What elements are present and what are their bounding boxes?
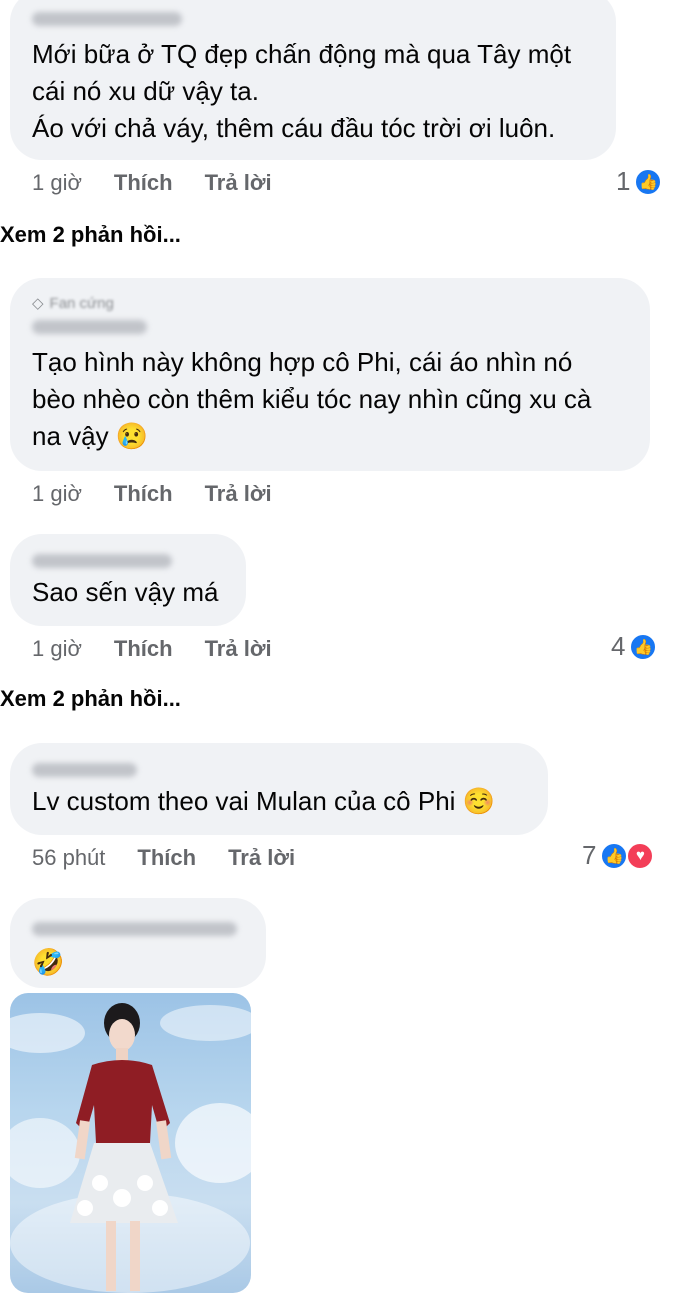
comment-author-blurred[interactable] xyxy=(32,12,182,26)
comment-line: Lv custom theo vai Mulan của cô Phi xyxy=(32,786,456,816)
reply-button[interactable]: Trả lời xyxy=(205,636,272,662)
reaction-count: 7 xyxy=(582,840,597,870)
comment-author-blurred[interactable] xyxy=(32,922,237,936)
comment-bubble-2: ◇ Fan cứng Tạo hình này không hợp cô Phi… xyxy=(10,278,650,471)
comment-text: Tạo hình này không hợp cô Phi, cái áo nh… xyxy=(32,344,628,455)
diamond-icon: ◇ xyxy=(32,295,44,312)
view-replies-link-1[interactable]: Xem 2 phản hồi... xyxy=(0,222,181,248)
comment-text: 🤣 xyxy=(32,944,244,981)
comment-line: bèo nhèo còn thêm kiểu tóc nay nhìn cũng… xyxy=(32,384,592,414)
comment-actions-3: 1 giờ Thích Trả lời xyxy=(32,636,272,662)
comment-text: Lv custom theo vai Mulan của cô Phi ☺️ xyxy=(32,783,526,820)
comment-photo[interactable] xyxy=(10,993,251,1293)
comment-actions-1: 1 giờ Thích Trả lời xyxy=(32,170,272,196)
fan-badge-label: Fan cứng xyxy=(49,294,114,312)
like-icon: 👍 xyxy=(634,167,663,196)
love-icon: ♥ xyxy=(626,841,655,870)
reply-button[interactable]: Trả lời xyxy=(205,481,272,507)
comment-author-blurred[interactable] xyxy=(32,554,172,568)
comment-line: Mới bữa ở TQ đẹp chấn động mà qua Tây mộ… xyxy=(32,39,572,69)
like-button[interactable]: Thích xyxy=(114,636,173,662)
like-icon: 👍 xyxy=(629,632,658,661)
comment-author-blurred[interactable] xyxy=(32,320,147,334)
reaction-summary-3[interactable]: 4 👍 xyxy=(611,631,658,662)
comment-line: Sao sến vậy má xyxy=(32,577,219,607)
like-button[interactable]: Thích xyxy=(114,170,173,196)
reaction-summary-4[interactable]: 7 👍 ♥ xyxy=(582,840,655,871)
comment-line: Áo với chả váy, thêm cáu đầu tóc trời ơi… xyxy=(32,113,556,143)
sad-emoji: 😢 xyxy=(115,421,149,451)
fan-badge: ◇ Fan cứng xyxy=(32,294,628,313)
comment-line: cái nó xu dữ vậy ta. xyxy=(32,76,259,106)
comment-actions-4: 56 phút Thích Trả lời xyxy=(32,845,295,871)
like-button[interactable]: Thích xyxy=(137,845,196,871)
view-replies-link-3[interactable]: Xem 2 phản hồi... xyxy=(0,686,181,712)
comment-time: 1 giờ xyxy=(32,636,82,661)
comment-time: 56 phút xyxy=(32,845,106,870)
comment-bubble-3: Sao sến vậy má xyxy=(10,534,246,626)
photo-illustration xyxy=(10,1003,251,1293)
comment-time: 1 giờ xyxy=(32,170,82,195)
comment-text: Mới bữa ở TQ đẹp chấn động mà qua Tây mộ… xyxy=(32,36,594,147)
reply-button[interactable]: Trả lời xyxy=(228,845,295,871)
comment-time: 1 giờ xyxy=(32,481,82,506)
comment-actions-2: 1 giờ Thích Trả lời xyxy=(32,481,272,507)
smiling-emoji: ☺️ xyxy=(462,786,496,816)
comment-bubble-1: Mới bữa ở TQ đẹp chấn động mà qua Tây mộ… xyxy=(10,0,616,160)
comment-line: Tạo hình này không hợp cô Phi, cái áo nh… xyxy=(32,347,573,377)
comment-author-blurred[interactable] xyxy=(32,763,137,777)
comment-bubble-5: 🤣 xyxy=(10,898,266,988)
comment-text: Sao sến vậy má xyxy=(32,574,224,611)
comment-bubble-4: Lv custom theo vai Mulan của cô Phi ☺️ xyxy=(10,743,548,835)
like-button[interactable]: Thích xyxy=(114,481,173,507)
comment-line: na vậy 😢 xyxy=(32,421,149,451)
like-icon: 👍 xyxy=(600,841,629,870)
reaction-count: 4 xyxy=(611,631,626,661)
reaction-count: 1 xyxy=(616,166,631,196)
reply-button[interactable]: Trả lời xyxy=(205,170,272,196)
laughing-emoji: 🤣 xyxy=(32,947,65,977)
reaction-summary-1[interactable]: 1 👍 xyxy=(616,166,663,197)
